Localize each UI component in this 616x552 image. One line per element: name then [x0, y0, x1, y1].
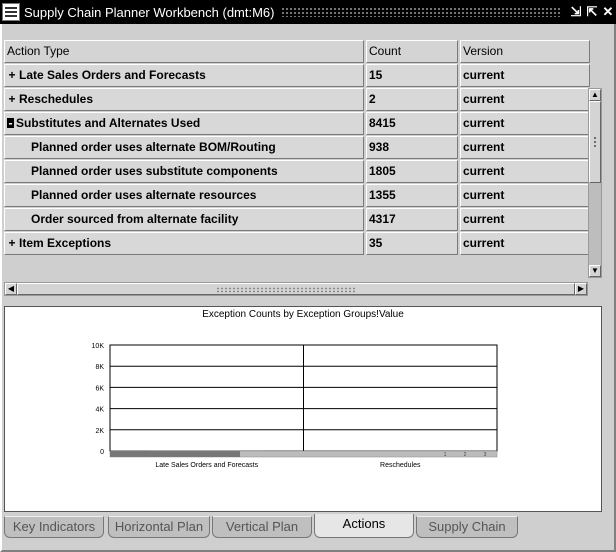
- scroll-left-icon[interactable]: ◀: [5, 283, 17, 295]
- title-bar-grip: [280, 7, 562, 17]
- table-row[interactable]: + Item Exceptions 35 current: [4, 232, 590, 256]
- action-type-cell[interactable]: Planned order uses substitute components: [4, 160, 364, 183]
- table-row[interactable]: Order sourced from alternate facility 431…: [4, 208, 590, 232]
- tab-key-indicators[interactable]: Key Indicators: [4, 516, 104, 538]
- expand-icon[interactable]: +: [7, 65, 17, 86]
- y-tick-label: 2K: [95, 428, 104, 435]
- y-tick-label: 4K: [95, 407, 104, 414]
- action-type-label: Planned order uses substitute components: [31, 164, 278, 178]
- version-cell[interactable]: current: [460, 136, 590, 159]
- window-title: Supply Chain Planner Workbench (dmt:M6): [24, 4, 275, 20]
- action-type-label: Reschedules: [19, 92, 94, 106]
- count-cell[interactable]: 4317: [366, 208, 458, 231]
- action-type-cell[interactable]: Planned order uses alternate resources: [4, 184, 364, 207]
- close-icon[interactable]: ✕: [600, 4, 616, 20]
- maximize-icon[interactable]: ⇱: [584, 4, 600, 20]
- x-tick-label: Late Sales Orders and Forecasts: [155, 462, 258, 469]
- y-tick-label: 8K: [95, 364, 104, 371]
- count-cell[interactable]: 938: [366, 136, 458, 159]
- table-row[interactable]: Planned order uses alternate resources 13…: [4, 184, 590, 208]
- horizontal-scrollbar[interactable]: ◀ ▶: [4, 282, 588, 296]
- table-row[interactable]: + Late Sales Orders and Forecasts 15 curren…: [4, 64, 590, 88]
- version-cell[interactable]: current: [460, 112, 590, 135]
- header-count[interactable]: Count: [366, 40, 458, 63]
- tab-supply-chain[interactable]: Supply Chain: [416, 516, 518, 538]
- category-page-label: 1: [444, 452, 447, 458]
- collapse-icon[interactable]: -: [7, 117, 14, 129]
- action-type-label: Order sourced from alternate facility: [31, 212, 239, 226]
- count-cell[interactable]: 8415: [366, 112, 458, 135]
- vertical-scroll-thumb[interactable]: [589, 101, 601, 183]
- table-row[interactable]: Planned order uses alternate BOM/Routing…: [4, 136, 590, 160]
- table-row[interactable]: - Substitutes and Alternates Used 8415 curr…: [4, 112, 590, 136]
- chart-canvas: 0 2K 4K 6K 8K 10K 1 2 3 Late Sales Orders and For…: [92, 343, 498, 469]
- version-cell[interactable]: current: [460, 160, 590, 183]
- horizontal-scroll-thumb[interactable]: [17, 283, 575, 295]
- table-row[interactable]: + Reschedules 2 current: [4, 88, 590, 112]
- action-type-label: Planned order uses alternate BOM/Routing: [31, 140, 276, 154]
- app-icon: [2, 3, 20, 21]
- version-cell[interactable]: current: [460, 64, 590, 87]
- y-tick-label: 0: [100, 449, 104, 456]
- count-cell[interactable]: 1805: [366, 160, 458, 183]
- version-cell[interactable]: current: [460, 208, 590, 231]
- action-type-label: Item Exceptions: [19, 236, 112, 250]
- count-cell[interactable]: 2: [366, 88, 458, 111]
- category-scroll-thumb: [110, 451, 240, 457]
- tab-horizontal-plan[interactable]: Horizontal Plan: [108, 516, 210, 538]
- expand-icon[interactable]: +: [7, 89, 17, 110]
- count-cell[interactable]: 15: [366, 64, 458, 87]
- action-type-label: Late Sales Orders and Forecasts: [19, 68, 206, 82]
- y-tick-label: 10K: [92, 343, 105, 350]
- action-type-cell[interactable]: Order sourced from alternate facility: [4, 208, 364, 231]
- version-cell[interactable]: current: [460, 232, 590, 255]
- action-type-cell[interactable]: + Late Sales Orders and Forecasts: [4, 64, 364, 87]
- exception-chart: Exception Counts by Exception Groups!Val…: [4, 306, 602, 512]
- expand-icon[interactable]: +: [7, 233, 17, 254]
- count-cell[interactable]: 1355: [366, 184, 458, 207]
- minimize-icon[interactable]: ⇲: [568, 4, 584, 20]
- category-page-label: 3: [484, 452, 487, 458]
- title-bar: Supply Chain Planner Workbench (dmt:M6) …: [0, 0, 616, 24]
- version-cell[interactable]: current: [460, 88, 590, 111]
- category-page-label: 2: [464, 452, 467, 458]
- tab-actions[interactable]: Actions: [314, 514, 414, 538]
- scroll-up-icon[interactable]: ▲: [589, 89, 601, 101]
- action-type-label: Substitutes and Alternates Used: [16, 116, 201, 130]
- table-row[interactable]: Planned order uses substitute components…: [4, 160, 590, 184]
- count-cell[interactable]: 35: [366, 232, 458, 255]
- action-type-cell[interactable]: + Item Exceptions: [4, 232, 364, 255]
- action-type-cell[interactable]: Planned order uses alternate BOM/Routing: [4, 136, 364, 159]
- tab-vertical-plan[interactable]: Vertical Plan: [212, 516, 312, 538]
- header-action-type[interactable]: Action Type: [4, 40, 364, 63]
- scroll-down-icon[interactable]: ▼: [589, 265, 601, 277]
- y-tick-label: 6K: [95, 385, 104, 392]
- version-cell[interactable]: current: [460, 184, 590, 207]
- tab-bar: Key Indicators Horizontal Plan Vertical …: [4, 514, 604, 540]
- x-tick-label: Reschedules: [380, 462, 421, 469]
- action-type-cell[interactable]: - Substitutes and Alternates Used: [4, 112, 364, 135]
- vertical-scrollbar[interactable]: ▲ ▼: [588, 88, 602, 278]
- action-type-label: Planned order uses alternate resources: [31, 188, 257, 202]
- header-version[interactable]: Version: [460, 40, 590, 63]
- scroll-right-icon[interactable]: ▶: [575, 283, 587, 295]
- action-type-cell[interactable]: + Reschedules: [4, 88, 364, 111]
